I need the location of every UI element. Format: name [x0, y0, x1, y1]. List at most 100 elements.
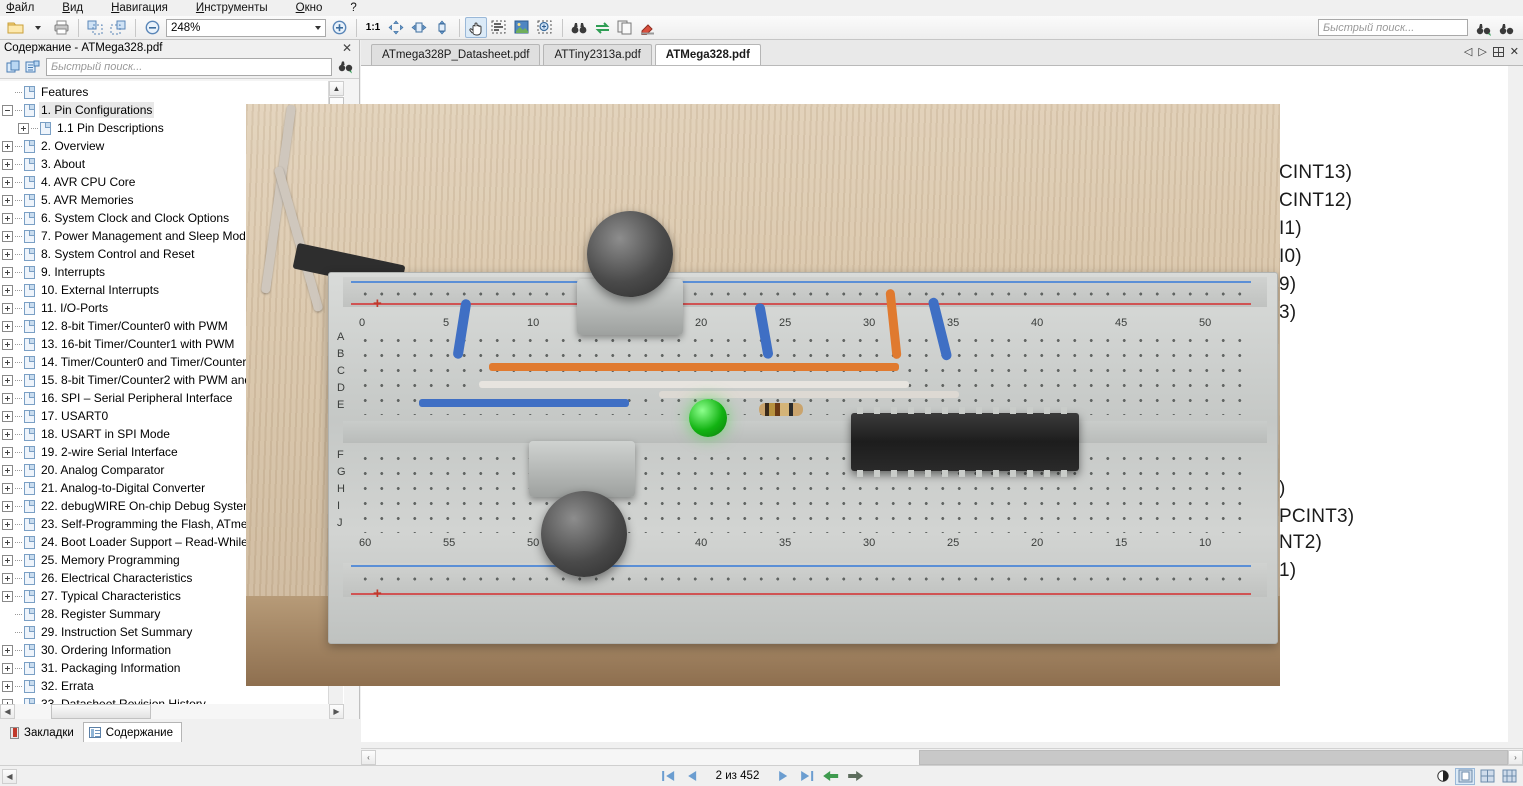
history-back-icon[interactable]	[821, 768, 841, 785]
fit-width-icon[interactable]	[408, 17, 430, 38]
tab-next-icon[interactable]: ▷	[1478, 45, 1486, 58]
zoom-chevron-down-icon[interactable]	[315, 25, 321, 30]
expand-all-icon[interactable]	[4, 58, 23, 77]
expand-toggle-icon[interactable]	[2, 536, 13, 548]
tree-hscroll-thumb[interactable]	[51, 704, 151, 719]
doc-hscroll-track[interactable]	[376, 749, 1508, 765]
expand-toggle-icon[interactable]	[2, 572, 13, 584]
find-next-icon[interactable]	[1496, 18, 1518, 39]
document-tab-atmega328p-datasheet[interactable]: ATmega328P_Datasheet.pdf	[371, 44, 541, 65]
expand-toggle-icon[interactable]	[2, 410, 13, 422]
expand-toggle-icon[interactable]	[2, 680, 13, 692]
sidebar-search-input[interactable]: Быстрый поиск...	[46, 58, 332, 76]
expand-toggle-icon[interactable]	[2, 194, 13, 206]
expand-toggle-icon[interactable]	[2, 482, 13, 494]
first-page-icon[interactable]	[658, 768, 678, 785]
zoom-level-combo[interactable]: 248%	[166, 18, 326, 37]
open-folder-icon[interactable]	[4, 17, 26, 38]
sidebar-tab-contents[interactable]: Содержание	[82, 722, 182, 742]
copy-icon[interactable]	[614, 17, 636, 38]
binoculars-search-icon[interactable]	[336, 58, 355, 77]
pdf-vertical-scrollbar[interactable]	[1508, 66, 1523, 742]
expand-toggle-icon[interactable]	[2, 158, 13, 170]
sync-arrows-icon[interactable]	[591, 17, 613, 38]
menu-help[interactable]: ?	[350, 0, 368, 16]
doc-scroll-left-arrow-icon[interactable]: ‹	[361, 749, 376, 765]
close-icon[interactable]: ✕	[339, 41, 355, 55]
hand-tool-icon[interactable]	[465, 17, 487, 38]
zoom-out-icon[interactable]	[141, 17, 163, 38]
select-text-icon[interactable]	[488, 17, 510, 38]
tree-item[interactable]: Features	[0, 83, 344, 101]
single-page-view-icon[interactable]	[1455, 767, 1475, 785]
invert-colors-icon[interactable]	[1433, 768, 1453, 785]
expand-toggle-icon[interactable]	[2, 356, 13, 368]
menu-file[interactable]: Файл	[6, 0, 46, 16]
expand-toggle-icon[interactable]	[2, 140, 13, 152]
menu-navigation[interactable]: Навигация	[111, 0, 180, 16]
find-previous-icon[interactable]	[1473, 18, 1495, 39]
tree-hscroll-track[interactable]	[15, 704, 329, 719]
actual-size-button[interactable]: 1:1	[362, 17, 384, 38]
expand-toggle-icon[interactable]	[2, 554, 13, 566]
rotate-left-icon[interactable]	[84, 17, 106, 38]
expand-toggle-icon[interactable]	[2, 266, 13, 278]
statusbar-left-arrow-icon[interactable]: ◀	[2, 768, 17, 784]
previous-page-icon[interactable]	[682, 768, 702, 785]
page-indicator[interactable]: 2 из 452	[706, 770, 770, 782]
fit-page-icon[interactable]	[385, 17, 407, 38]
expand-toggle-icon[interactable]	[2, 248, 13, 260]
doc-scroll-right-arrow-icon[interactable]: ›	[1508, 749, 1523, 765]
scroll-left-arrow-icon[interactable]: ◀	[0, 704, 15, 719]
zoom-in-icon[interactable]	[328, 17, 350, 38]
history-forward-icon[interactable]	[845, 768, 865, 785]
print-icon[interactable]	[50, 17, 72, 38]
document-tab-attiny2313a[interactable]: ATTiny2313a.pdf	[543, 44, 652, 65]
last-page-icon[interactable]	[797, 768, 817, 785]
expand-toggle-icon[interactable]	[2, 590, 13, 602]
collapse-all-icon[interactable]	[23, 58, 42, 77]
expand-toggle-icon[interactable]	[2, 176, 13, 188]
select-image-icon[interactable]	[511, 17, 533, 38]
expand-toggle-icon[interactable]	[2, 320, 13, 332]
document-horizontal-scrollbar[interactable]: ‹ ›	[361, 748, 1523, 765]
quick-search-input[interactable]: Быстрый поиск...	[1318, 19, 1468, 36]
expand-toggle-icon[interactable]	[2, 428, 13, 440]
highlight-icon[interactable]	[637, 17, 659, 38]
binoculars-icon[interactable]	[568, 17, 590, 38]
fit-height-icon[interactable]	[431, 17, 453, 38]
expand-toggle-icon[interactable]	[18, 122, 29, 134]
expand-toggle-icon[interactable]	[2, 374, 13, 386]
collapse-toggle-icon[interactable]	[2, 104, 13, 116]
doc-hscroll-thumb[interactable]	[919, 749, 1508, 765]
expand-toggle-icon[interactable]	[2, 464, 13, 476]
scroll-right-arrow-icon[interactable]: ▶	[329, 704, 344, 719]
tree-horizontal-scrollbar[interactable]: ◀ ▶	[0, 704, 344, 719]
expand-toggle-icon[interactable]	[2, 518, 13, 530]
scroll-up-arrow-icon[interactable]: ▲	[329, 81, 344, 96]
expand-toggle-icon[interactable]	[2, 500, 13, 512]
tab-previous-icon[interactable]: ◁	[1464, 45, 1472, 58]
expand-toggle-icon[interactable]	[2, 392, 13, 404]
zoom-area-icon[interactable]	[534, 17, 556, 38]
expand-toggle-icon[interactable]	[2, 338, 13, 350]
overview-view-icon[interactable]	[1499, 768, 1519, 785]
close-tab-icon[interactable]: ✕	[1510, 45, 1519, 58]
expand-toggle-icon[interactable]	[2, 284, 13, 296]
menu-window[interactable]: Окно	[296, 0, 335, 16]
rotate-right-icon[interactable]	[107, 17, 129, 38]
document-tab-atmega328[interactable]: ATMega328.pdf	[654, 44, 761, 65]
expand-toggle-icon[interactable]	[2, 662, 13, 674]
sidebar-tab-bookmarks[interactable]: Закладки	[4, 722, 83, 742]
expand-toggle-icon[interactable]	[2, 230, 13, 242]
expand-toggle-icon[interactable]	[2, 446, 13, 458]
expand-toggle-icon[interactable]	[2, 302, 13, 314]
tab-list-icon[interactable]	[1492, 46, 1504, 57]
menu-tools[interactable]: Инструменты	[196, 0, 280, 16]
next-page-icon[interactable]	[773, 768, 793, 785]
open-dropdown-chevron-down-icon[interactable]	[27, 17, 49, 38]
menu-view[interactable]: Вид	[62, 0, 95, 16]
expand-toggle-icon[interactable]	[2, 212, 13, 224]
expand-toggle-icon[interactable]	[2, 644, 13, 656]
facing-pages-view-icon[interactable]	[1477, 768, 1497, 785]
